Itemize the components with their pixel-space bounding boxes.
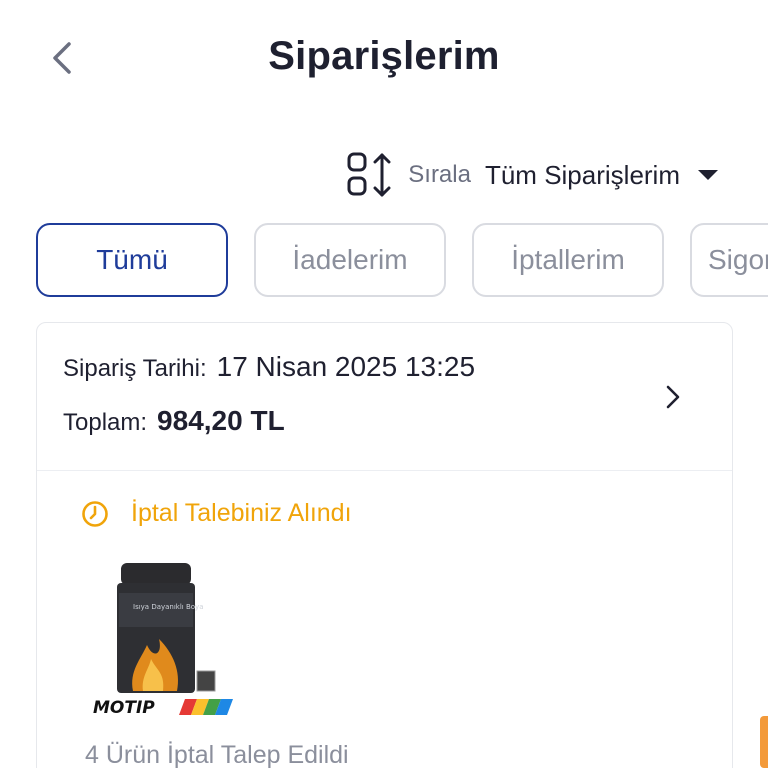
chevron-right-icon: [666, 385, 680, 409]
sort-control[interactable]: Sırala Tüm Siparişlerim: [346, 150, 718, 200]
order-total-label: Toplam:: [63, 409, 148, 436]
product-brand: MOTIP: [93, 698, 155, 718]
order-total-row: Toplam: 984,20 TL: [63, 405, 285, 437]
app-header: Siparişlerim: [0, 0, 768, 120]
tab-returns[interactable]: İadelerim: [254, 223, 446, 297]
status-text: İptal Talebiniz Alındı: [131, 499, 352, 527]
page-title: Siparişlerim: [268, 34, 500, 78]
clock-icon: [82, 500, 108, 527]
side-scroll-indicator: [760, 716, 768, 768]
item-count-text: 4 Ürün İptal Talep Edildi: [85, 741, 349, 768]
caret-down-icon: [698, 170, 718, 180]
order-date-row: Sipariş Tarihi: 17 Nisan 2025 13:25: [63, 351, 475, 383]
sort-value[interactable]: Tüm Siparişlerim: [485, 160, 680, 191]
tab-insurance[interactable]: Sigor: [690, 223, 768, 297]
sort-arrows-icon: [346, 150, 396, 200]
tab-all[interactable]: Tümü: [36, 223, 228, 297]
order-date-value: 17 Nisan 2025 13:25: [216, 351, 476, 382]
product-image[interactable]: Isıya Dayanıklı Boya MOTIP: [93, 559, 241, 719]
order-card: Sipariş Tarihi: 17 Nisan 2025 13:25 Topl…: [36, 322, 733, 768]
order-total-value: 984,20 TL: [157, 405, 285, 436]
order-status: İptal Talebiniz Alındı: [81, 499, 352, 528]
filter-tabs: Tümü İadelerim İptallerim Sigor: [36, 223, 768, 297]
order-summary[interactable]: Sipariş Tarihi: 17 Nisan 2025 13:25 Topl…: [37, 323, 732, 471]
tab-cancellations[interactable]: İptallerim: [472, 223, 664, 297]
sort-label: Sırala: [408, 161, 471, 188]
order-date-label: Sipariş Tarihi:: [63, 355, 207, 382]
product-can-text: Isıya Dayanıklı Boya: [133, 603, 204, 611]
